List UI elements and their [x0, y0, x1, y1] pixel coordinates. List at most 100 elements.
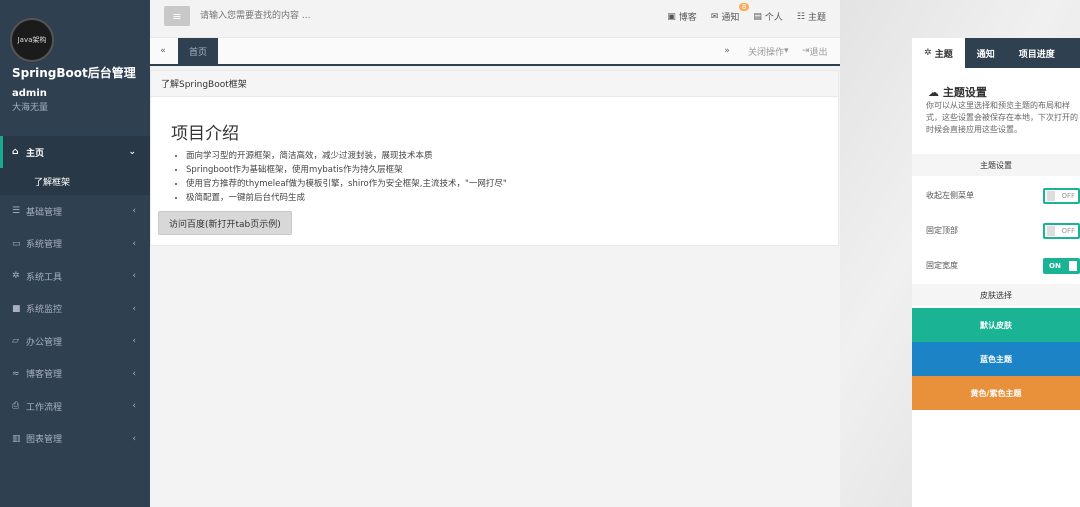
- menu-toggle-button[interactable]: ≡: [164, 6, 190, 26]
- fixed-top-switch[interactable]: OFF: [1043, 223, 1080, 239]
- list-item: 使用官方推荐的thymeleaf做为模板引擎，shiro作为安全框架,主流技术，…: [186, 177, 507, 191]
- sidebar-item-system[interactable]: ▭ 系统管理 ‹: [0, 228, 150, 261]
- tab-theme[interactable]: ✲ 主题: [912, 38, 965, 68]
- chevron-left-icon: ‹: [132, 271, 136, 282]
- sidebar-item-label: 办公管理: [26, 337, 63, 348]
- double-right-icon: »: [724, 46, 730, 56]
- rss-icon: ≈: [12, 368, 20, 379]
- tasks-icon: ☷: [796, 11, 805, 22]
- personal-link-label: 个人: [764, 13, 783, 23]
- list-icon: ☰: [12, 206, 21, 217]
- desktop-icon: ▭: [12, 238, 21, 249]
- sidebar-subitem-about[interactable]: 了解框架: [0, 168, 150, 195]
- settings-description: 你可以从这里选择和预览主题的布局和样式，这些设置会被保存在本地，下次打开的时候会…: [926, 101, 1078, 134]
- caret-down-icon: ▾: [784, 46, 789, 56]
- chevron-left-icon: ‹: [132, 238, 136, 249]
- sidebar-item-workflow[interactable]: ⎙ 工作流程 ‹: [0, 390, 150, 423]
- sidebar-item-label: 基础管理: [26, 207, 63, 218]
- user-subtitle: 大海无量: [12, 103, 49, 113]
- top-navbar: ≡ ▣博客 ✉通知 8 ▤个人 ☷主题: [150, 0, 840, 38]
- sidebar-item-blog[interactable]: ≈ 博客管理 ‹: [0, 358, 150, 391]
- settings-title-label: 主题设置: [942, 86, 987, 99]
- sidebar-item-label: 博客管理: [26, 370, 63, 381]
- sidebar: Java架构 SpringBoot后台管理 admin 大海无量 ⌂ 主页 ⌄ …: [0, 0, 150, 507]
- chevron-left-icon: ‹: [132, 206, 136, 217]
- sidebar-item-label: 主页: [26, 148, 45, 159]
- home-icon: ⌂: [12, 147, 19, 157]
- sidebar-item-monitor[interactable]: ■ 系统监控 ‹: [0, 293, 150, 326]
- panel-header: 了解SpringBoot框架: [151, 71, 838, 97]
- search-input[interactable]: [200, 6, 480, 26]
- blog-icon: ▣: [667, 11, 676, 22]
- visit-baidu-button[interactable]: 访问百度(新打开tab页示例): [158, 211, 292, 235]
- notify-link[interactable]: ✉ 通知 8: [710, 3, 750, 23]
- sidebar-item-label: 系统监控: [26, 305, 63, 316]
- gear-icon: ✲: [924, 48, 935, 58]
- tab-theme-label: 主题: [934, 49, 953, 60]
- print-icon: ⎙: [12, 401, 20, 412]
- skin-yellow-button[interactable]: 黄色/紫色主题: [912, 376, 1080, 410]
- list-item: 面向学习型的开源框架，简洁高效，减少过渡封装，展现技术本质: [186, 149, 507, 163]
- theme-link-label: 主题: [807, 13, 826, 23]
- sidebar-item-home[interactable]: ⌂ 主页 ⌄: [0, 136, 150, 168]
- id-card-icon: ▤: [753, 11, 762, 22]
- sidebar-item-tools[interactable]: ✲ 系统工具 ‹: [0, 260, 150, 293]
- sidebar-item-label: 系统工具: [26, 272, 63, 283]
- intro-panel: 了解SpringBoot框架 项目介绍 面向学习型的开源框架，简洁高效，减少过渡…: [150, 70, 839, 246]
- hamburger-icon: ≡: [172, 9, 182, 23]
- tab-scroll-right-button[interactable]: »: [714, 38, 740, 64]
- section-header: 主题设置: [912, 154, 1080, 176]
- tab-scroll-left-button[interactable]: «: [150, 38, 176, 64]
- chevron-down-icon: ⌄: [128, 147, 136, 157]
- laptop-icon: ▱: [12, 336, 19, 347]
- sidebar-item-basic[interactable]: ☰ 基础管理 ‹: [0, 195, 150, 228]
- list-item: 极简配置，一键前后台代码生成: [186, 191, 507, 205]
- blog-link-label: 博客: [678, 13, 697, 23]
- settings-panel: ✲ 主题 通知 项目进度 ☁ 主题设置 你可以从这里选择和预览主题的布局和样式，…: [912, 38, 1080, 507]
- logout-icon: ⇥: [802, 46, 810, 56]
- feature-list: 面向学习型的开源框架，简洁高效，减少过渡封装，展现技术本质 Springboot…: [176, 149, 507, 205]
- sidebar-menu: ⌂ 主页 ⌄ 了解框架 ☰ 基础管理 ‹ ▭ 系统管理 ‹ ✲ 系统工具 ‹ ■…: [0, 136, 150, 455]
- sidebar-item-label: 图表管理: [26, 435, 63, 446]
- blog-link[interactable]: ▣ 博客: [667, 10, 697, 24]
- main-content: 了解SpringBoot框架 项目介绍 面向学习型的开源框架，简洁高效，减少过渡…: [150, 66, 840, 507]
- sidebar-item-label: 工作流程: [26, 402, 63, 413]
- setting-label: 固定顶部: [926, 226, 958, 235]
- video-icon: ■: [12, 303, 21, 314]
- avatar[interactable]: Java架构: [10, 18, 54, 62]
- tabs-bar: « 首页 » 关闭操作 ▾ ⇥ 退出: [150, 38, 840, 66]
- collapse-menu-switch[interactable]: OFF: [1043, 188, 1080, 204]
- page-title: 项目介绍: [171, 124, 239, 144]
- theme-link[interactable]: ☷ 主题: [796, 10, 826, 24]
- chevron-left-icon: ‹: [132, 433, 136, 444]
- logout-label: 退出: [809, 47, 828, 58]
- sidebar-item-office[interactable]: ▱ 办公管理 ‹: [0, 325, 150, 358]
- notify-badge: 8: [738, 3, 750, 11]
- fixed-width-switch[interactable]: ON: [1043, 258, 1080, 274]
- settings-title: ☁ 主题设置: [928, 84, 987, 100]
- avatar-label: Java架构: [17, 36, 47, 44]
- skin-default-button[interactable]: 默认皮肤: [912, 308, 1080, 342]
- sidebar-item-charts[interactable]: ▥ 图表管理 ‹: [0, 423, 150, 456]
- top-links: ▣ 博客 ✉ 通知 8 ▤ 个人 ☷ 主题: [667, 3, 826, 24]
- setting-label: 固定宽度: [926, 261, 958, 270]
- personal-link[interactable]: ▤ 个人: [753, 10, 783, 24]
- chevron-left-icon: ‹: [132, 303, 136, 314]
- chevron-left-icon: ‹: [132, 336, 136, 347]
- comments-icon: ☁: [928, 86, 943, 99]
- brand-title: SpringBoot后台管理: [12, 66, 136, 80]
- user-name[interactable]: admin: [12, 88, 47, 99]
- sidebar-item-label: 系统管理: [26, 240, 63, 251]
- section-header: 皮肤选择: [912, 284, 1080, 306]
- chevron-left-icon: ‹: [132, 368, 136, 379]
- tab-home[interactable]: 首页: [178, 38, 218, 64]
- logout-button[interactable]: ⇥ 退出: [802, 38, 828, 64]
- settings-tabs: ✲ 主题 通知 项目进度: [912, 38, 1080, 68]
- tab-notify[interactable]: 通知: [965, 38, 1007, 68]
- watermark: @稀土掘金技术社区: [936, 478, 1072, 496]
- tab-progress[interactable]: 项目进度: [1007, 38, 1067, 68]
- close-ops-dropdown[interactable]: 关闭操作 ▾: [748, 38, 789, 64]
- skin-blue-button[interactable]: 蓝色主题: [912, 342, 1080, 376]
- close-ops-label: 关闭操作: [748, 47, 785, 58]
- envelope-icon: ✉: [710, 11, 719, 22]
